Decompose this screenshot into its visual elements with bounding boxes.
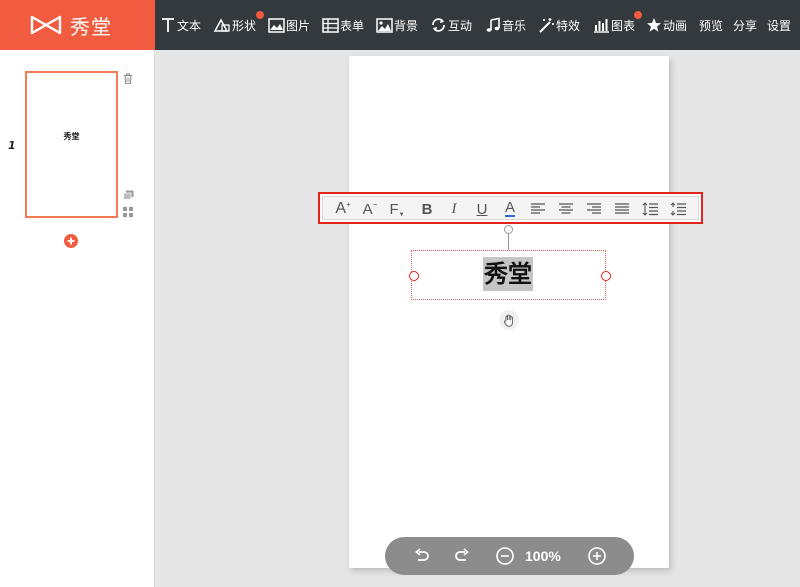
- zoom-bar: 100%: [385, 537, 634, 575]
- add-slide-button[interactable]: [64, 234, 78, 248]
- image-icon: [268, 17, 285, 33]
- resize-handle-left[interactable]: [409, 271, 419, 281]
- nav-text-label: 文本: [177, 18, 202, 33]
- rotate-handle[interactable]: [504, 225, 513, 234]
- paragraph-spacing-icon: [670, 202, 686, 216]
- logo-text: 秀堂: [70, 14, 112, 39]
- slide-panel: 1 秀堂: [0, 50, 155, 587]
- bar-chart-icon: [593, 18, 610, 33]
- nav-shape-label: 形状: [232, 18, 257, 33]
- nav-text[interactable]: 文本: [160, 0, 201, 50]
- nav-chart-label: 图表: [611, 18, 636, 33]
- nav-settings-label: 设置: [767, 18, 792, 33]
- background-icon: [376, 17, 393, 33]
- top-bar: 秀堂 文本 形状 图片 表单 背景 互动 音乐 特效 图表 动画 预览 分享 设…: [0, 0, 800, 50]
- zoom-in-button[interactable]: [586, 537, 608, 575]
- nav-animation[interactable]: 动画: [646, 0, 687, 50]
- font-size-increase-button[interactable]: A +: [332, 197, 354, 221]
- undo-button[interactable]: [411, 537, 433, 575]
- plus-icon: [67, 237, 75, 245]
- line-height-button[interactable]: [639, 197, 661, 221]
- zoom-out-button[interactable]: [494, 537, 516, 575]
- italic-label: I: [451, 200, 457, 217]
- nav-effects-label: 特效: [556, 18, 581, 33]
- bold-label: B: [421, 200, 433, 218]
- slide-thumbnail[interactable]: 秀堂: [25, 71, 118, 218]
- magic-wand-icon: [538, 17, 555, 33]
- plus-circle-icon: [588, 547, 606, 565]
- align-left-button[interactable]: [527, 197, 549, 221]
- nav-music[interactable]: 音乐: [485, 0, 526, 50]
- slide-number: 1: [8, 139, 16, 152]
- plus-superscript-icon: +: [346, 200, 351, 209]
- font-family-label: F: [389, 200, 399, 218]
- underline-button[interactable]: U: [471, 197, 493, 221]
- music-icon: [485, 17, 501, 33]
- dropdown-caret-icon: ▼: [398, 212, 405, 218]
- undo-icon: [415, 548, 429, 561]
- justify-icon: [615, 203, 629, 214]
- align-right-icon: [587, 203, 601, 214]
- nav-settings[interactable]: 设置: [767, 0, 791, 50]
- minus-superscript-icon: −: [372, 200, 378, 209]
- chart-new-badge: [634, 11, 642, 19]
- nav-chart[interactable]: 图表: [593, 0, 635, 50]
- font-color-label: A: [504, 199, 515, 217]
- nav-preview-label: 预览: [699, 18, 724, 33]
- shape-icon: [213, 17, 231, 33]
- nav-share[interactable]: 分享: [733, 0, 757, 50]
- slide-thumbnail-text: 秀堂: [63, 132, 80, 141]
- font-size-increase-label: A: [335, 200, 346, 217]
- redo-button[interactable]: [451, 537, 473, 575]
- text-icon: [160, 17, 176, 33]
- align-center-icon: [559, 203, 573, 214]
- font-size-decrease-button[interactable]: A −: [359, 197, 381, 221]
- shape-new-badge: [256, 11, 264, 19]
- nav-interactive[interactable]: 互动: [430, 0, 472, 50]
- nav-effects[interactable]: 特效: [538, 0, 580, 50]
- nav-music-label: 音乐: [502, 18, 527, 33]
- selected-text-element[interactable]: 秀堂: [411, 250, 606, 300]
- nav-background-label: 背景: [394, 18, 419, 33]
- bow-logo-icon: [30, 15, 62, 35]
- hand-icon: [503, 314, 513, 327]
- drag-handle[interactable]: [499, 310, 519, 330]
- align-left-icon: [531, 203, 545, 214]
- resize-handle-right[interactable]: [601, 271, 611, 281]
- refresh-icon: [430, 17, 447, 33]
- nav-interactive-label: 互动: [448, 18, 473, 33]
- grid-icon[interactable]: [122, 206, 134, 218]
- bold-button[interactable]: B: [416, 197, 438, 221]
- underline-label: U: [476, 200, 488, 218]
- text-format-toolbar: A + A − F ▼ B I U A: [318, 192, 703, 224]
- align-center-button[interactable]: [555, 197, 577, 221]
- nav-shape[interactable]: 形状: [213, 0, 256, 50]
- rotate-connector: [508, 233, 509, 250]
- star-icon: [646, 17, 662, 33]
- trash-icon[interactable]: [122, 72, 134, 84]
- letter-spacing-button[interactable]: [667, 197, 689, 221]
- text-element-content[interactable]: 秀堂: [483, 257, 533, 291]
- nav-form[interactable]: 表单: [322, 0, 364, 50]
- font-color-button[interactable]: A: [499, 197, 521, 221]
- minus-circle-icon: [496, 547, 514, 565]
- italic-button[interactable]: I: [443, 197, 465, 221]
- justify-button[interactable]: [611, 197, 633, 221]
- nav-share-label: 分享: [733, 18, 758, 33]
- nav-form-label: 表单: [340, 18, 365, 33]
- nav-image[interactable]: 图片: [268, 0, 310, 50]
- nav-image-label: 图片: [286, 18, 311, 33]
- font-family-button[interactable]: F ▼: [386, 197, 408, 221]
- line-height-icon: [642, 202, 658, 216]
- table-icon: [322, 17, 339, 33]
- logo[interactable]: 秀堂: [0, 0, 155, 50]
- redo-icon: [455, 548, 469, 561]
- nav-preview[interactable]: 预览: [699, 0, 723, 50]
- align-right-button[interactable]: [583, 197, 605, 221]
- font-size-decrease-label: A: [362, 200, 373, 218]
- nav-animation-label: 动画: [663, 18, 688, 33]
- copy-icon[interactable]: [122, 189, 134, 201]
- nav-background[interactable]: 背景: [376, 0, 418, 50]
- zoom-level: 100%: [525, 548, 561, 564]
